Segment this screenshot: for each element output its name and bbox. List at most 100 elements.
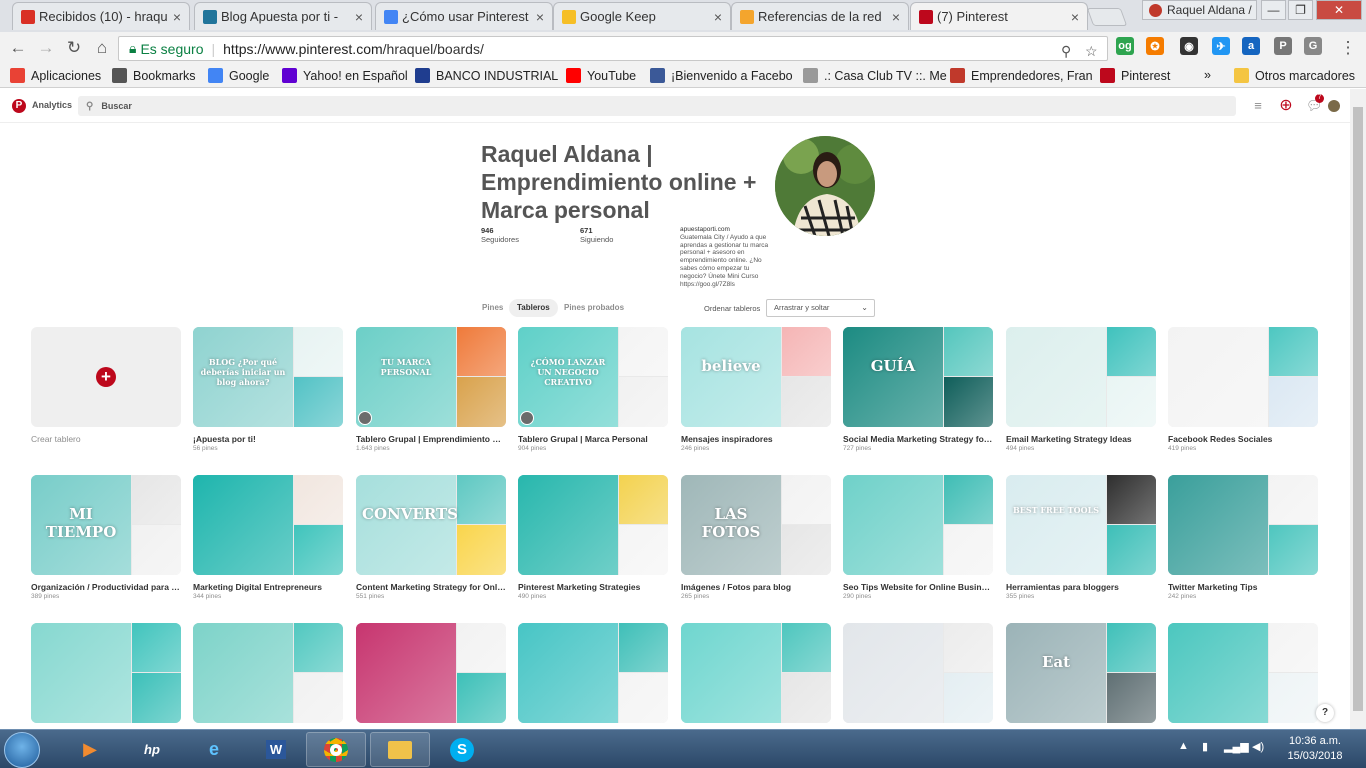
menu-icon[interactable]: ≡ [1250,98,1266,114]
board-card[interactable]: Twitter Marketing Tips 242 pines [1168,475,1318,600]
browser-tab[interactable]: Google Keep × [553,2,731,30]
board-cover[interactable] [356,623,506,723]
board-cover[interactable]: GUÍA [843,327,993,427]
board-cover[interactable]: Eat [1006,623,1156,723]
board-card[interactable] [356,623,506,723]
bookmark-item[interactable]: ¡Bienvenido a Facebo [650,68,793,83]
tab-close-icon[interactable]: × [1071,9,1079,25]
board-cover[interactable] [843,623,993,723]
other-bookmarks[interactable]: Otros marcadores [1234,68,1355,83]
board-card[interactable]: TU MARCA PERSONAL Tablero Grupal | Empren… [356,327,506,452]
back-arrow-icon[interactable]: ← [8,38,28,58]
bookmark-item[interactable]: Aplicaciones [10,68,101,83]
board-card[interactable] [518,623,668,723]
zoom-search-icon[interactable]: ⚲ [1061,43,1071,60]
board-card[interactable] [1168,623,1318,723]
board-card[interactable]: ¿CÓMO LANZAR UN NEGOCIO CREATIVO Tablero … [518,327,668,452]
analytics-link[interactable]: Analytics [32,100,72,110]
board-card[interactable]: MI TIEMPO Organización / Productividad pa… [31,475,181,600]
board-card[interactable]: Marketing Digital Entrepreneurs 344 pines [193,475,343,600]
board-cover[interactable] [518,623,668,723]
browser-tab[interactable]: (7) Pinterest × [910,2,1088,30]
bookmark-item[interactable]: Bookmarks [112,68,196,83]
profile-switcher[interactable]: Raquel Aldana / [1142,0,1257,20]
board-card[interactable]: Facebook Redes Sociales 419 pines [1168,327,1318,452]
bookmark-item[interactable]: Emprendedores, Fran [950,68,1093,83]
tab-pines-probados[interactable]: Pines probados [556,299,632,317]
volume-icon[interactable]: ◀) [1252,740,1264,753]
board-cover[interactable]: CONVERTS [356,475,506,575]
browser-tab[interactable]: Blog Apuesta por ti - × [194,2,372,30]
restore-button[interactable]: ❐ [1288,0,1313,20]
browser-tab[interactable]: ¿Cómo usar Pinterest × [375,2,553,30]
bookmark-item[interactable]: YouTube [566,68,636,83]
board-card[interactable] [681,623,831,723]
board-cover[interactable] [1006,327,1156,427]
create-board-tile[interactable]: + Crear tablero [31,327,181,444]
bookmark-item[interactable]: Yahoo! en Español [282,68,408,83]
tab-tableros[interactable]: Tableros [509,299,558,317]
board-cover[interactable] [1168,475,1318,575]
board-card[interactable]: Seo Tips Website for Online Business 290 … [843,475,993,600]
board-card[interactable]: GUÍA Social Media Marketing Strategy for … [843,327,993,452]
notifications-icon[interactable]: 💬︎ 7 [1306,94,1324,114]
followers-stat[interactable]: 946 Seguidores [481,226,519,244]
board-cover[interactable]: BLOG ¿Por qué deberías iniciar un blog a… [193,327,343,427]
tab-close-icon[interactable]: × [173,9,181,25]
board-card[interactable] [193,623,343,723]
search-input[interactable]: ⚲ Buscar [78,96,1236,116]
tab-pines[interactable]: Pines [474,299,511,317]
board-cover[interactable] [1168,327,1318,427]
bookmark-item[interactable]: Pinterest [1100,68,1170,83]
system-clock[interactable]: 10:36 a.m. 15/03/2018 [1280,734,1350,764]
board-card[interactable]: Email Marketing Strategy Ideas 494 pines [1006,327,1156,452]
board-cover[interactable] [1168,623,1318,723]
new-tab-button[interactable] [1086,8,1128,26]
extension-owl-icon[interactable]: ◉ [1180,37,1198,55]
close-window-button[interactable]: ✕ [1316,0,1362,20]
board-cover[interactable] [518,475,668,575]
home-icon[interactable]: ⌂ [92,38,112,58]
chrome-icon[interactable] [306,732,366,767]
bookmark-star-icon[interactable]: ☆ [1085,43,1098,60]
board-cover[interactable] [843,475,993,575]
help-button[interactable]: ? [1316,704,1334,722]
address-bar[interactable]: 🔒︎ Es seguro | https://www.pinterest.com… [118,36,1108,61]
extension-grammar-icon[interactable]: G [1304,37,1322,55]
board-card[interactable] [31,623,181,723]
browser-tab[interactable]: Referencias de la red × [731,2,909,30]
board-cover[interactable]: believe [681,327,831,427]
bookmarks-more-chevron-icon[interactable]: » [1204,68,1211,82]
skype-icon[interactable]: S [432,732,492,767]
extension-pinterest-icon[interactable]: P [1274,37,1292,55]
bookmark-item[interactable]: Google [208,68,269,83]
board-cover[interactable] [31,623,181,723]
chrome-menu-icon[interactable]: ⋮ [1338,38,1358,58]
create-pin-plus-icon[interactable]: ⊕ [1278,98,1294,114]
profile-avatar[interactable] [775,136,875,236]
hp-icon[interactable]: hp [122,732,182,767]
board-card[interactable]: LAS FOTOS Imágenes / Fotos para blog 265 p… [681,475,831,600]
start-button[interactable] [4,732,40,768]
pinterest-logo-icon[interactable]: P [12,99,26,113]
board-card[interactable]: BLOG ¿Por qué deberías iniciar un blog a… [193,327,343,452]
bookmark-item[interactable]: BANCO INDUSTRIAL [415,68,558,83]
sort-boards-select[interactable]: Arrastrar y soltar ⌄ [766,299,875,317]
board-card[interactable]: Pinterest Marketing Strategies 490 pines [518,475,668,600]
create-board-cover[interactable]: + [31,327,181,427]
board-cover[interactable]: LAS FOTOS [681,475,831,575]
minimize-button[interactable]: — [1261,0,1286,20]
following-stat[interactable]: 671 Siguiendo [580,226,613,244]
page-scrollbar[interactable] [1350,89,1366,729]
user-avatar-small[interactable] [1328,100,1340,112]
tab-close-icon[interactable]: × [355,9,363,25]
reload-icon[interactable]: ↻ [64,38,84,58]
bookmark-item[interactable]: .: Casa Club TV ::. Me [803,68,947,83]
board-cover[interactable]: ¿CÓMO LANZAR UN NEGOCIO CREATIVO [518,327,668,427]
tray-up-arrow-icon[interactable]: ▲ [1178,740,1189,752]
board-cover[interactable]: BEST FREE TOOLS [1006,475,1156,575]
extension-a-icon[interactable]: a [1242,37,1260,55]
browser-tab[interactable]: Recibidos (10) - hraqu × [12,2,190,30]
forward-arrow-icon[interactable]: → [36,38,56,58]
tab-close-icon[interactable]: × [892,9,900,25]
